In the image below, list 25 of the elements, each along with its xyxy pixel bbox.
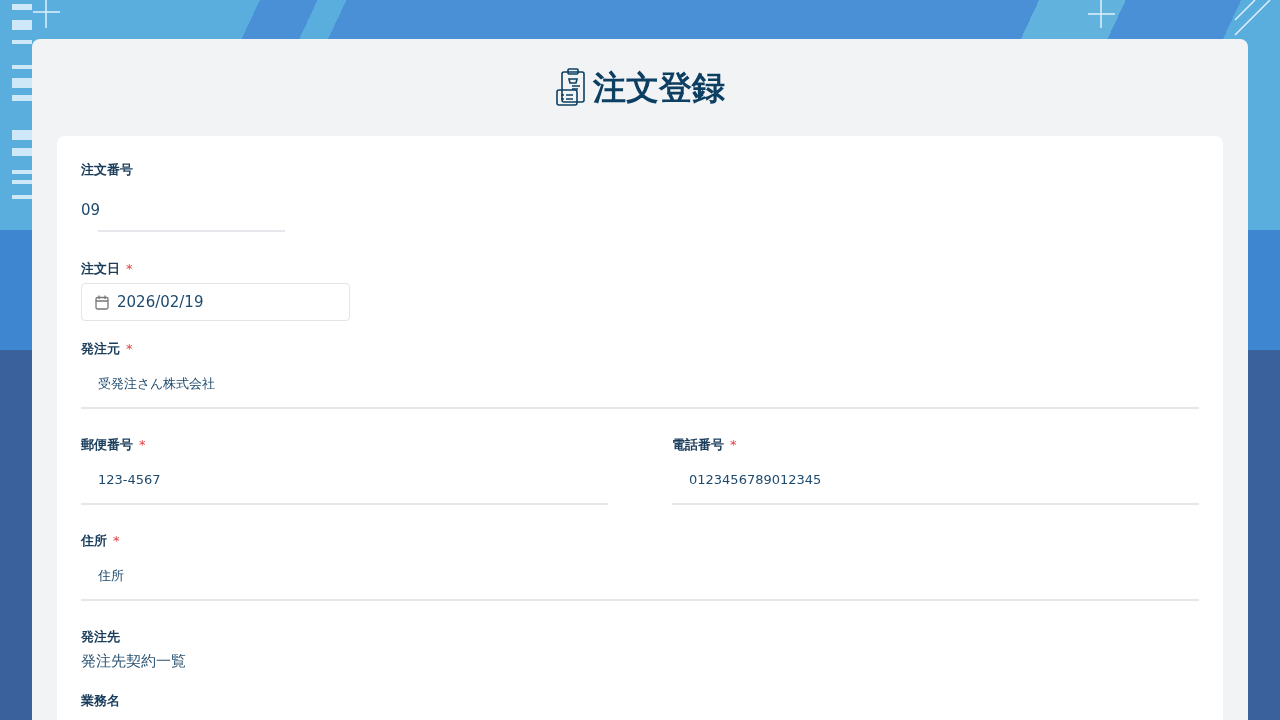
field-label: 郵便番号 <box>81 437 133 453</box>
input-field[interactable]: 受発注さん株式会社 <box>81 361 1199 409</box>
hatch-drawing <box>1234 0 1271 36</box>
field-label: 発注元 <box>81 341 120 357</box>
required-mark: * <box>126 261 133 277</box>
number-field[interactable]: 09 <box>81 198 1199 222</box>
field-label: 業務名 <box>81 693 120 709</box>
field-value: 発注先契約一覧 <box>81 651 187 671</box>
required-mark: * <box>139 437 146 453</box>
field-label: 注文日 <box>81 261 120 277</box>
date-field[interactable]: 2026/02/19 <box>81 283 350 321</box>
field-label: 発注先 <box>81 629 120 645</box>
input-field[interactable]: 0123456789012345 <box>672 457 1199 505</box>
input-field[interactable]: 123-4567 <box>81 457 608 505</box>
field-label: 住所 <box>81 533 107 549</box>
sparkle-icon <box>1087 0 1116 29</box>
required-mark: * <box>730 437 737 453</box>
required-mark: * <box>126 341 133 357</box>
field-label: 注文番号 <box>81 162 133 178</box>
page-title: 注文登録 <box>593 67 725 109</box>
field-label: 電話番号 <box>672 437 724 453</box>
required-mark: * <box>113 533 120 549</box>
sparkle-icon <box>32 0 61 29</box>
calendar-icon <box>95 294 109 310</box>
input-field[interactable]: 住所 <box>81 553 1199 601</box>
